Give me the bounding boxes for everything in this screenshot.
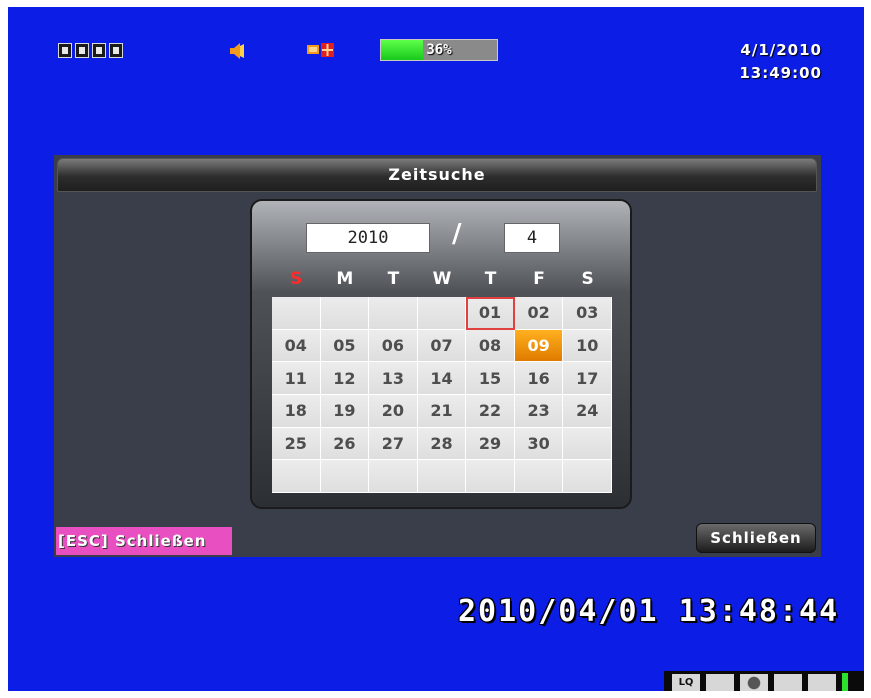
calendar-day[interactable]: 21	[417, 395, 467, 428]
calendar-empty-cell	[272, 297, 321, 330]
calendar-day[interactable]: 29	[466, 427, 515, 461]
calendar-day[interactable]: 25	[272, 427, 321, 461]
calendar-empty-cell	[563, 427, 612, 461]
calendar-day[interactable]: 11	[272, 362, 321, 395]
calendar-empty-cell	[320, 297, 370, 330]
calendar-day[interactable]: 19	[320, 395, 370, 428]
date-separator: /	[452, 219, 462, 249]
quality-lq-button[interactable]: LQ	[672, 674, 700, 691]
calendar-day[interactable]: 03	[563, 297, 612, 330]
month-field[interactable]: 4	[504, 223, 560, 253]
display-mode-icon[interactable]	[706, 674, 734, 691]
dialog-title: Zeitsuche	[57, 158, 817, 192]
dvr-screen: 36% 4/1/2010 13:49:00 Zeitsuche 2010 / 4…	[8, 7, 864, 691]
weekday-thursday: T	[484, 269, 497, 289]
camera-channels	[58, 43, 123, 58]
calendar-day[interactable]: 28	[417, 427, 467, 461]
record-icon[interactable]	[808, 674, 836, 691]
calendar-empty-cell	[369, 297, 418, 330]
calendar-day[interactable]: 13	[369, 362, 418, 395]
calendar-day[interactable]: 15	[466, 362, 515, 395]
status-time: 13:49:00	[739, 64, 822, 82]
calendar-day[interactable]: 18	[272, 395, 321, 428]
calendar-day[interactable]: 12	[320, 362, 370, 395]
hdd-usage-bar: 36%	[380, 39, 498, 61]
weekday-friday: F	[533, 269, 545, 289]
status-date: 4/1/2010	[740, 41, 822, 59]
calendar-day[interactable]: 01	[466, 297, 515, 330]
calendar-day[interactable]: 08	[466, 329, 515, 363]
weekday-sunday: S	[290, 269, 303, 289]
weekday-header: S M T W T F S	[272, 269, 612, 293]
calendar-day[interactable]: 17	[563, 362, 612, 395]
time-search-dialog: Zeitsuche 2010 / 4 S M T W T F S 01 02 03 0…	[54, 155, 821, 557]
calendar-day[interactable]: 27	[369, 427, 418, 461]
camera-channel-icon	[92, 43, 106, 58]
calendar-day-grid: 01 02 03 04 05 06 07 08 09 10 11 12 13 14 15 16 17 18 19 20…	[272, 297, 612, 493]
calendar-panel: 2010 / 4 S M T W T F S 01 02 03 04 05 06 07 08 0…	[250, 199, 632, 509]
close-button[interactable]: Schließen	[696, 523, 816, 553]
calendar-day[interactable]: 04	[272, 329, 321, 363]
calendar-day[interactable]: 20	[369, 395, 418, 428]
calendar-day[interactable]: 30	[514, 427, 564, 461]
camera-channel-icon	[75, 43, 89, 58]
speaker-icon	[230, 43, 244, 59]
weekday-saturday: S	[581, 269, 594, 289]
calendar-day[interactable]: 02	[514, 297, 564, 330]
esc-close-hint: [ESC] Schließen	[56, 527, 232, 555]
calendar-day[interactable]: 14	[417, 362, 467, 395]
camera-channel-icon	[109, 43, 123, 58]
camera-channel-icon	[58, 43, 72, 58]
calendar-day[interactable]: 05	[320, 329, 370, 363]
status-indicator-icon	[842, 673, 848, 691]
calendar-day[interactable]: 24	[563, 395, 612, 428]
snapshot-camera-icon[interactable]	[774, 674, 802, 691]
calendar-day[interactable]: 10	[563, 329, 612, 363]
calendar-empty-cell	[563, 460, 612, 493]
calendar-day[interactable]: 26	[320, 427, 370, 461]
calendar-empty-cell	[320, 460, 370, 493]
calendar-empty-cell	[514, 460, 564, 493]
calendar-day[interactable]: 16	[514, 362, 564, 395]
calendar-empty-cell	[466, 460, 515, 493]
calendar-day[interactable]: 07	[417, 329, 467, 363]
year-field[interactable]: 2010	[306, 223, 430, 253]
calendar-day[interactable]: 09	[514, 329, 564, 363]
calendar-empty-cell	[272, 460, 321, 493]
calendar-empty-cell	[417, 297, 467, 330]
calendar-day[interactable]: 22	[466, 395, 515, 428]
weekday-tuesday: T	[387, 269, 400, 289]
calendar-empty-cell	[369, 460, 418, 493]
bottom-toolbar: LQ	[664, 671, 864, 691]
calendar-day[interactable]: 06	[369, 329, 418, 363]
osd-datetime: 2010/04/01 13:48:44	[458, 594, 840, 629]
weekday-wednesday: W	[432, 269, 452, 289]
calendar-empty-cell	[417, 460, 467, 493]
network-icon	[307, 43, 334, 57]
sequence-icon[interactable]	[740, 674, 768, 691]
calendar-day[interactable]: 23	[514, 395, 564, 428]
weekday-monday: M	[336, 269, 354, 289]
hdd-usage-label: 36%	[426, 42, 452, 58]
